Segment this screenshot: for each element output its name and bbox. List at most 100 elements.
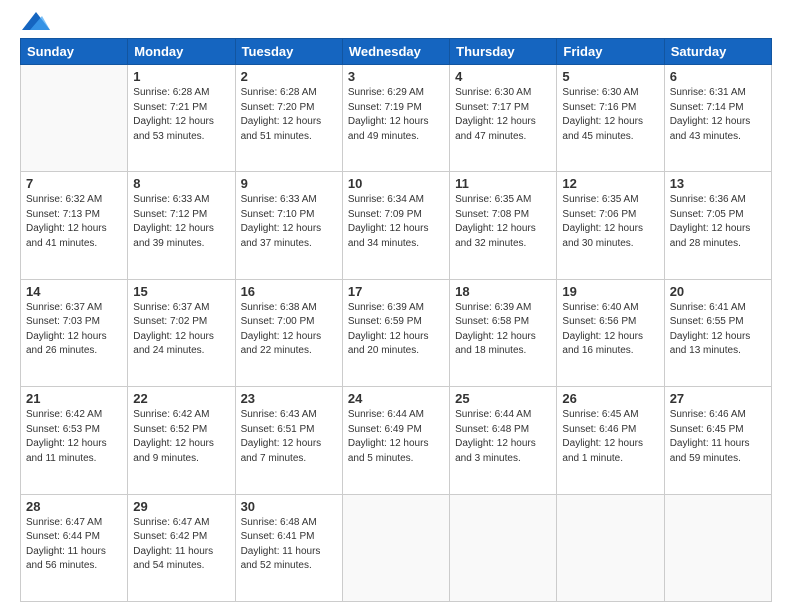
calendar-cell — [342, 494, 449, 601]
day-number: 30 — [241, 499, 337, 514]
cell-info: Sunrise: 6:37 AM Sunset: 7:03 PM Dayligh… — [26, 301, 122, 359]
calendar-week-5: 28 Sunrise: 6:47 AM Sunset: 6:44 PM Dayli… — [21, 494, 772, 601]
day-number: 28 — [26, 499, 122, 514]
cell-info: Sunrise: 6:43 AM Sunset: 6:51 PM Dayligh… — [241, 408, 337, 466]
cell-info: Sunrise: 6:29 AM Sunset: 7:19 PM Dayligh… — [348, 86, 444, 144]
calendar-cell: 5Sunrise: 6:30 AM Sunset: 7:16 PM Daylig… — [557, 65, 664, 172]
cell-info: Sunrise: 6:45 AM Sunset: 6:46 PM Dayligh… — [562, 408, 658, 466]
day-number: 23 — [241, 391, 337, 406]
calendar-cell — [21, 65, 128, 172]
calendar-body: 1Sunrise: 6:28 AM Sunset: 7:21 PM Daylig… — [21, 65, 772, 602]
cell-info: Sunrise: 6:32 AM Sunset: 7:13 PM Dayligh… — [26, 193, 122, 251]
calendar-cell: 24 Sunrise: 6:44 AM Sunset: 6:49 PM Dayli… — [342, 387, 449, 494]
day-number: 19 — [562, 284, 658, 299]
cell-info: Sunrise: 6:28 AM Sunset: 7:20 PM Dayligh… — [241, 86, 337, 144]
day-number: 20 — [670, 284, 766, 299]
day-number: 4 — [455, 69, 551, 84]
calendar-cell: 9 Sunrise: 6:33 AM Sunset: 7:10 PM Daylig… — [235, 172, 342, 279]
calendar-week-3: 14 Sunrise: 6:37 AM Sunset: 7:03 PM Dayli… — [21, 279, 772, 386]
calendar-table: SundayMondayTuesdayWednesdayThursdayFrid… — [20, 38, 772, 602]
header — [20, 16, 772, 30]
day-number: 26 — [562, 391, 658, 406]
calendar-cell: 20 Sunrise: 6:41 AM Sunset: 6:55 PM Dayli… — [664, 279, 771, 386]
calendar-cell: 15Sunrise: 6:37 AM Sunset: 7:02 PM Dayli… — [128, 279, 235, 386]
calendar-week-2: 7Sunrise: 6:32 AM Sunset: 7:13 PM Daylig… — [21, 172, 772, 279]
day-header-monday: Monday — [128, 39, 235, 65]
calendar-cell: 30 Sunrise: 6:48 AM Sunset: 6:41 PM Dayli… — [235, 494, 342, 601]
cell-info: Sunrise: 6:47 AM Sunset: 6:44 PM Dayligh… — [26, 516, 122, 574]
cell-info: Sunrise: 6:34 AM Sunset: 7:09 PM Dayligh… — [348, 193, 444, 251]
cell-info: Sunrise: 6:35 AM Sunset: 7:08 PM Dayligh… — [455, 193, 551, 251]
day-number: 24 — [348, 391, 444, 406]
day-header-sunday: Sunday — [21, 39, 128, 65]
day-number: 15 — [133, 284, 229, 299]
calendar-cell: 14 Sunrise: 6:37 AM Sunset: 7:03 PM Dayli… — [21, 279, 128, 386]
cell-info: Sunrise: 6:36 AM Sunset: 7:05 PM Dayligh… — [670, 193, 766, 251]
day-number: 21 — [26, 391, 122, 406]
calendar-cell: 26 Sunrise: 6:45 AM Sunset: 6:46 PM Dayli… — [557, 387, 664, 494]
calendar-cell: 2 Sunrise: 6:28 AM Sunset: 7:20 PM Daylig… — [235, 65, 342, 172]
calendar-cell: 6 Sunrise: 6:31 AM Sunset: 7:14 PM Daylig… — [664, 65, 771, 172]
day-number: 14 — [26, 284, 122, 299]
logo — [20, 16, 50, 30]
calendar-cell: 7Sunrise: 6:32 AM Sunset: 7:13 PM Daylig… — [21, 172, 128, 279]
calendar-cell: 29Sunrise: 6:47 AM Sunset: 6:42 PM Dayli… — [128, 494, 235, 601]
cell-info: Sunrise: 6:42 AM Sunset: 6:53 PM Dayligh… — [26, 408, 122, 466]
day-number: 27 — [670, 391, 766, 406]
cell-info: Sunrise: 6:30 AM Sunset: 7:17 PM Dayligh… — [455, 86, 551, 144]
calendar-cell — [664, 494, 771, 601]
day-number: 3 — [348, 69, 444, 84]
cell-info: Sunrise: 6:41 AM Sunset: 6:55 PM Dayligh… — [670, 301, 766, 359]
calendar-cell: 25 Sunrise: 6:44 AM Sunset: 6:48 PM Dayli… — [450, 387, 557, 494]
day-number: 18 — [455, 284, 551, 299]
day-number: 2 — [241, 69, 337, 84]
day-number: 12 — [562, 176, 658, 191]
day-number: 11 — [455, 176, 551, 191]
cell-info: Sunrise: 6:46 AM Sunset: 6:45 PM Dayligh… — [670, 408, 766, 466]
calendar-cell: 27 Sunrise: 6:46 AM Sunset: 6:45 PM Dayli… — [664, 387, 771, 494]
cell-info: Sunrise: 6:35 AM Sunset: 7:06 PM Dayligh… — [562, 193, 658, 251]
calendar-cell: 28 Sunrise: 6:47 AM Sunset: 6:44 PM Dayli… — [21, 494, 128, 601]
calendar-cell: 11 Sunrise: 6:35 AM Sunset: 7:08 PM Dayli… — [450, 172, 557, 279]
day-number: 29 — [133, 499, 229, 514]
day-number: 8 — [133, 176, 229, 191]
cell-info: Sunrise: 6:48 AM Sunset: 6:41 PM Dayligh… — [241, 516, 337, 574]
cell-info: Sunrise: 6:42 AM Sunset: 6:52 PM Dayligh… — [133, 408, 229, 466]
calendar-cell: 12 Sunrise: 6:35 AM Sunset: 7:06 PM Dayli… — [557, 172, 664, 279]
day-number: 9 — [241, 176, 337, 191]
calendar-header-row: SundayMondayTuesdayWednesdayThursdayFrid… — [21, 39, 772, 65]
cell-info: Sunrise: 6:44 AM Sunset: 6:49 PM Dayligh… — [348, 408, 444, 466]
day-header-friday: Friday — [557, 39, 664, 65]
day-number: 25 — [455, 391, 551, 406]
day-header-saturday: Saturday — [664, 39, 771, 65]
day-number: 5 — [562, 69, 658, 84]
day-number: 10 — [348, 176, 444, 191]
cell-info: Sunrise: 6:44 AM Sunset: 6:48 PM Dayligh… — [455, 408, 551, 466]
cell-info: Sunrise: 6:33 AM Sunset: 7:12 PM Dayligh… — [133, 193, 229, 251]
calendar-week-1: 1Sunrise: 6:28 AM Sunset: 7:21 PM Daylig… — [21, 65, 772, 172]
calendar-cell: 10 Sunrise: 6:34 AM Sunset: 7:09 PM Dayli… — [342, 172, 449, 279]
calendar-cell — [450, 494, 557, 601]
calendar-cell: 4 Sunrise: 6:30 AM Sunset: 7:17 PM Daylig… — [450, 65, 557, 172]
cell-info: Sunrise: 6:28 AM Sunset: 7:21 PM Dayligh… — [133, 86, 229, 144]
calendar-cell: 19Sunrise: 6:40 AM Sunset: 6:56 PM Dayli… — [557, 279, 664, 386]
calendar-cell: 13 Sunrise: 6:36 AM Sunset: 7:05 PM Dayli… — [664, 172, 771, 279]
cell-info: Sunrise: 6:39 AM Sunset: 6:59 PM Dayligh… — [348, 301, 444, 359]
day-number: 6 — [670, 69, 766, 84]
cell-info: Sunrise: 6:39 AM Sunset: 6:58 PM Dayligh… — [455, 301, 551, 359]
logo-icon — [22, 12, 50, 30]
calendar-cell: 18 Sunrise: 6:39 AM Sunset: 6:58 PM Dayli… — [450, 279, 557, 386]
page: SundayMondayTuesdayWednesdayThursdayFrid… — [0, 0, 792, 612]
calendar-cell — [557, 494, 664, 601]
calendar-cell: 8 Sunrise: 6:33 AM Sunset: 7:12 PM Daylig… — [128, 172, 235, 279]
cell-info: Sunrise: 6:31 AM Sunset: 7:14 PM Dayligh… — [670, 86, 766, 144]
day-number: 22 — [133, 391, 229, 406]
day-header-tuesday: Tuesday — [235, 39, 342, 65]
day-number: 13 — [670, 176, 766, 191]
calendar-cell: 21 Sunrise: 6:42 AM Sunset: 6:53 PM Dayli… — [21, 387, 128, 494]
day-header-wednesday: Wednesday — [342, 39, 449, 65]
cell-info: Sunrise: 6:33 AM Sunset: 7:10 PM Dayligh… — [241, 193, 337, 251]
calendar-cell: 1Sunrise: 6:28 AM Sunset: 7:21 PM Daylig… — [128, 65, 235, 172]
calendar-cell: 22 Sunrise: 6:42 AM Sunset: 6:52 PM Dayli… — [128, 387, 235, 494]
day-number: 16 — [241, 284, 337, 299]
